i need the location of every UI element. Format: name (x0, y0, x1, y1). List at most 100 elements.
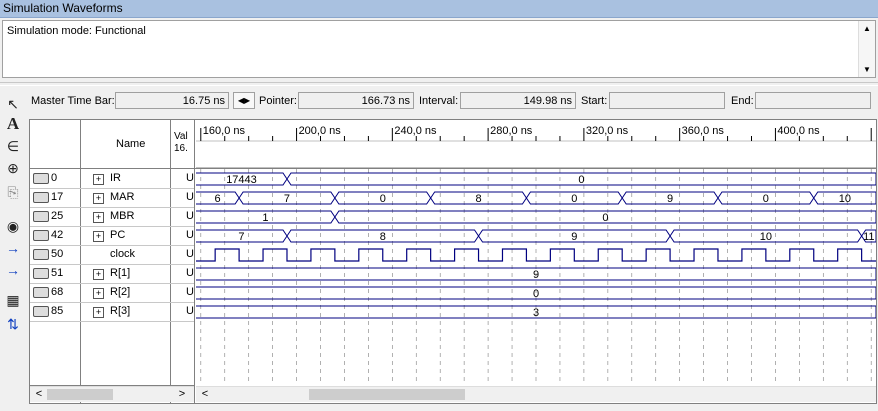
replace-icon[interactable]: → (2, 238, 24, 258)
signal-list: 0 + IR U 17 + MAR U 25 + MBR U 42 + PC U 50 clock U 51 + R[1]… (30, 169, 195, 385)
text-tool-icon[interactable]: A (2, 114, 24, 134)
bus-value-label: 9 (533, 269, 539, 281)
node-id[interactable]: 25 (31, 208, 79, 225)
signal-value: U (186, 248, 194, 260)
signal-name[interactable]: MBR (110, 208, 134, 225)
window-titlebar: Simulation Waveforms (0, 0, 878, 18)
waveform-svg[interactable]: 160,0 ns 200,0 ns 240,0 ns 280,0 ns 320,0 ns… (196, 120, 876, 403)
signal-name[interactable]: PC (110, 227, 125, 244)
node-id-value: 17 (51, 191, 64, 203)
pointer-icon[interactable]: ↖ (2, 94, 24, 114)
node-id[interactable]: 0 (31, 170, 79, 187)
bus-value-label: 6 (214, 193, 220, 205)
expand-icon[interactable]: + (93, 174, 104, 185)
expand-icon[interactable]: + (93, 269, 104, 280)
expand-icon[interactable]: + (93, 193, 104, 204)
expand-icon[interactable]: + (93, 212, 104, 223)
pin-icon (33, 305, 49, 317)
scroll-down-icon[interactable]: ▼ (863, 65, 871, 74)
bus-value-label: 8 (475, 193, 481, 205)
pointer-field[interactable]: 166.73 ns (298, 92, 414, 109)
bus-value-label: 7 (238, 231, 244, 243)
time-tick-label: 400,0 ns (777, 125, 820, 137)
bus-value-label: 0 (602, 212, 608, 224)
simulation-mode-box: Simulation mode: Functional ▲ ▼ (2, 20, 876, 78)
master-time-bar-field[interactable]: 16.75 ns (115, 92, 229, 109)
signal-name[interactable]: clock (110, 246, 135, 263)
signal-name[interactable]: R[3] (110, 303, 130, 320)
arrow-right-icon[interactable]: → (2, 260, 24, 280)
bus-value-label: 0 (578, 174, 584, 186)
time-tick-label: 240,0 ns (394, 125, 437, 137)
name-column-header[interactable]: Name (116, 138, 145, 150)
signal-value: U (186, 305, 194, 317)
node-id[interactable]: 42 (31, 227, 79, 244)
signal-name[interactable]: IR (110, 170, 121, 187)
bus-value-label: 10 (760, 231, 772, 243)
bus-value-label: 0 (571, 193, 577, 205)
bus-value-label: 11 (863, 231, 874, 243)
node-id-value: 25 (51, 210, 64, 222)
bus-value-label: 8 (380, 231, 386, 243)
name-scroll-thumb[interactable] (47, 389, 113, 400)
node-id-value: 0 (51, 172, 58, 184)
value-column-header[interactable]: Val (174, 131, 188, 142)
mode-scrollbar[interactable]: ▲ ▼ (858, 21, 875, 77)
bus-value-label: 17443 (226, 174, 257, 186)
node-id[interactable]: 68 (31, 284, 79, 301)
waveform-edit-icon[interactable]: ∈ (2, 136, 24, 156)
time-bar-stepper[interactable]: ◀▶ (233, 92, 255, 109)
pin-icon (33, 286, 49, 298)
waveform-panel: Name Val 16. 0 + IR U 17 + MAR U 25 + MBR U 42 + PC U 50… (29, 119, 877, 404)
wave-scroll-thumb[interactable] (309, 389, 465, 400)
find-icon[interactable]: ◉ (2, 216, 24, 236)
pin-icon (33, 229, 49, 241)
pin-icon (33, 191, 49, 203)
bus-value-label: 10 (839, 193, 851, 205)
time-tick-label: 320,0 ns (586, 125, 629, 137)
node-id-value: 42 (51, 229, 64, 241)
expand-icon[interactable]: + (93, 288, 104, 299)
zoom-icon[interactable]: ⊕ (2, 158, 24, 178)
scroll-up-icon[interactable]: ▲ (863, 24, 871, 33)
pin-icon (33, 248, 49, 260)
wave-scroll-left-icon[interactable]: < (198, 387, 212, 402)
signal-name[interactable]: R[2] (110, 284, 130, 301)
node-id[interactable]: 50 (31, 246, 79, 263)
signal-name[interactable]: MAR (110, 189, 134, 206)
bus-value-label: 3 (533, 307, 539, 319)
copy-icon[interactable]: ⎘ (2, 182, 24, 202)
signal-value: U (186, 191, 194, 203)
node-id[interactable]: 51 (31, 265, 79, 282)
waveform-area[interactable]: 160,0 ns 200,0 ns 240,0 ns 280,0 ns 320,0 ns… (196, 120, 876, 403)
interval-label: Interval: (419, 95, 459, 107)
bus-value-label: 0 (763, 193, 769, 205)
name-scrollbar[interactable]: < > (30, 386, 194, 402)
sort-icon[interactable]: ⇅ (2, 314, 24, 334)
end-field[interactable] (755, 92, 871, 109)
signal-value: U (186, 286, 194, 298)
scroll-left-icon[interactable]: < (32, 387, 46, 402)
signal-value: U (186, 172, 194, 184)
signal-name[interactable]: R[1] (110, 265, 130, 282)
signal-value: U (186, 210, 194, 222)
scroll-right-icon[interactable]: > (175, 387, 189, 402)
grid-icon[interactable]: ▦ (2, 290, 24, 310)
node-id[interactable]: 85 (31, 303, 79, 320)
bus-value-label: 1 (262, 212, 268, 224)
pin-icon (33, 267, 49, 279)
expand-icon[interactable]: + (93, 307, 104, 318)
node-id[interactable]: 17 (31, 189, 79, 206)
bus-value-label: 0 (380, 193, 386, 205)
simulation-mode-text: Simulation mode: Functional (7, 25, 146, 37)
time-tick-label: 160,0 ns (203, 125, 246, 137)
interval-field[interactable]: 149.98 ns (460, 92, 576, 109)
signal-value: U (186, 229, 194, 241)
value-column-header-time: 16. (174, 143, 188, 154)
node-id-value: 50 (51, 248, 64, 260)
waveform-scrollbar[interactable]: < (196, 386, 876, 402)
end-label: End: (731, 95, 754, 107)
expand-icon[interactable]: + (93, 231, 104, 242)
pointer-label: Pointer: (259, 95, 297, 107)
start-field[interactable] (609, 92, 725, 109)
